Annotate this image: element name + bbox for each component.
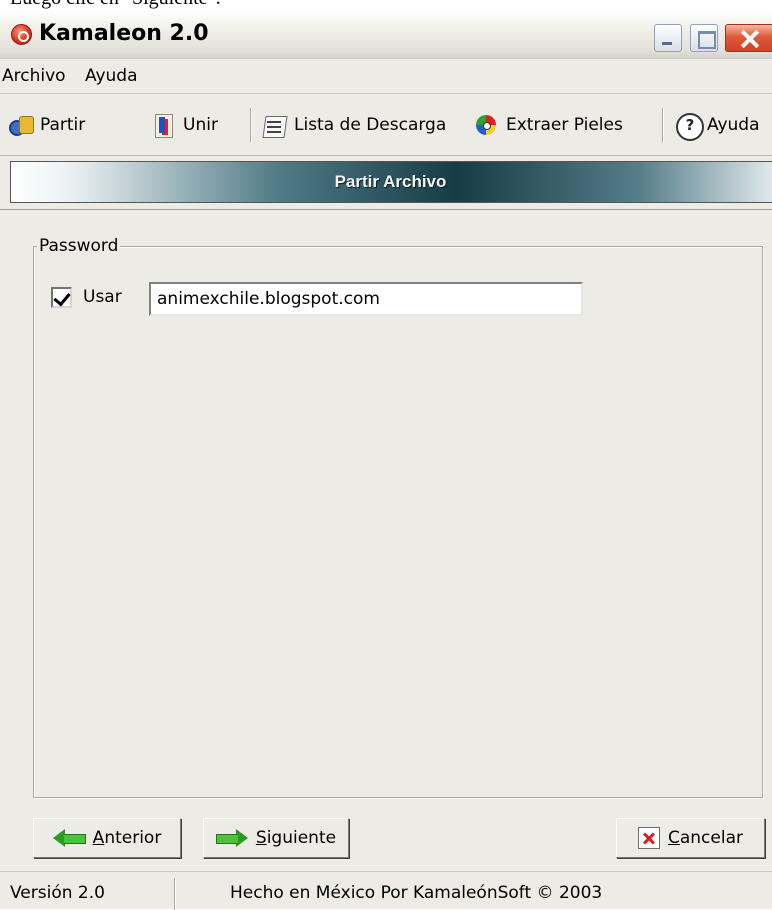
title-bar[interactable]: Kamaleon 2.0 [0,10,772,59]
download-list-icon [262,112,288,138]
status-version: Versión 2.0 [10,883,105,903]
toolbar-extraer-pieles-label: Extraer Pieles [506,115,623,135]
main-panel: Password Usar animexchile.blogspot.com A… [0,209,772,871]
toolbar: Partir Unir Lista de Descarga Extraer Pi… [0,94,772,156]
toolbar-unir-label: Unir [183,115,218,135]
anterior-label: Anterior [92,828,162,848]
cancel-x-icon [637,827,660,849]
split-icon [8,112,34,138]
window-title: Kamaleon 2.0 [39,21,209,46]
green-left-arrow-icon [52,829,86,847]
toolbar-unir-button[interactable]: Unir [151,107,218,143]
section-title: Partir Archivo [334,172,447,191]
section-header: Partir Archivo [0,156,772,209]
password-input[interactable]: animexchile.blogspot.com [149,282,583,316]
join-icon [151,112,177,138]
menu-archivo[interactable]: Archivo [2,63,66,89]
close-icon[interactable] [725,24,772,52]
toolbar-separator [662,108,664,142]
siguiente-button[interactable]: Siguiente [203,818,349,858]
status-credits: Hecho en México Por KamaleónSoft © 2003 [230,883,603,903]
password-group-legend: Password [37,234,121,258]
cancelar-button[interactable]: Cancelar [616,818,765,858]
usar-checkbox[interactable] [51,287,72,308]
toolbar-partir-button[interactable]: Partir [8,107,85,143]
help-icon [675,112,704,141]
anterior-button[interactable]: Anterior [33,818,181,858]
toolbar-partir-label: Partir [40,115,86,135]
maximize-icon[interactable] [690,24,718,52]
cancelar-label: Cancelar [667,828,743,848]
caption-text: Luego clic en "Siguiente". [10,0,221,10]
status-bar: Versión 2.0 Hecho en México Por Kamaleón… [0,871,772,910]
green-right-arrow-icon [215,829,248,847]
section-banner: Partir Archivo [10,161,772,203]
kamaleon-app-icon[interactable] [11,24,32,45]
menu-ayuda[interactable]: Ayuda [85,63,138,89]
password-group: Password Usar animexchile.blogspot.com [33,234,763,798]
toolbar-ayuda-label: Ayuda [707,115,760,135]
toolbar-lista-descarga-label: Lista de Descarga [294,115,447,135]
extract-skins-icon [474,112,500,138]
siguiente-label: Siguiente [255,828,337,848]
toolbar-ayuda-button[interactable]: Ayuda [675,107,760,143]
menu-bar: Archivo Ayuda [0,59,772,94]
toolbar-lista-descarga-button[interactable]: Lista de Descarga [262,107,446,143]
toolbar-extraer-pieles-button[interactable]: Extraer Pieles [474,107,623,143]
minimize-icon[interactable] [654,24,682,52]
toolbar-separator [250,108,252,142]
usar-label[interactable]: Usar [83,285,122,309]
status-divider [174,878,176,910]
